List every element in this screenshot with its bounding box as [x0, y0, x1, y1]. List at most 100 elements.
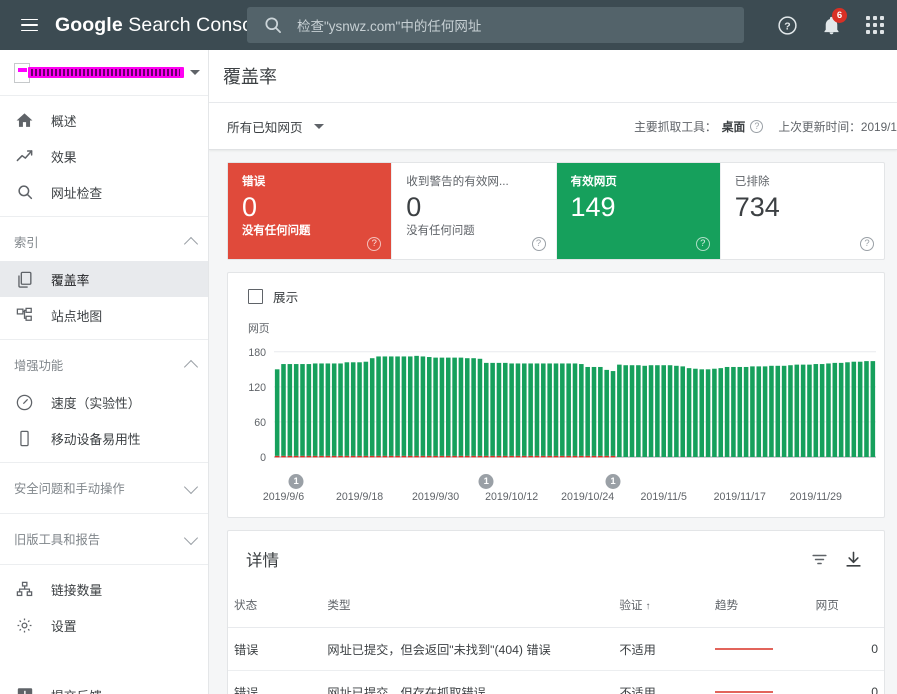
sidebar-label: 概述	[51, 113, 77, 129]
property-selector[interactable]	[0, 50, 208, 96]
scope-dropdown-label: 所有已知网页	[227, 120, 303, 135]
sidebar-section-title: 旧版工具和报告	[14, 533, 101, 547]
chart-x-tick-label: 2019/11/5	[640, 491, 687, 503]
chart-annotation-marker[interactable]: 1	[605, 474, 621, 489]
google-apps-button[interactable]	[853, 3, 897, 47]
chevron-down-icon	[183, 530, 199, 545]
sidebar-section-header-security[interactable]: 安全问题和手动操作	[0, 469, 208, 507]
trend-sparkline-icon	[714, 648, 773, 650]
help-button[interactable]: ?	[765, 3, 809, 47]
legend-checkbox-impressions[interactable]	[248, 289, 263, 304]
download-icon[interactable]	[836, 542, 870, 576]
speed-gauge-icon	[14, 392, 35, 413]
coverage-bar-chart[interactable]: 0 60 120 180	[228, 337, 886, 473]
details-title: 详情	[246, 552, 279, 570]
svg-text:0: 0	[260, 452, 266, 464]
chart-annotation-marker[interactable]: 1	[288, 474, 304, 489]
help-circle-icon[interactable]: ?	[860, 237, 874, 251]
column-header-type[interactable]: 类型	[321, 587, 614, 628]
help-circle-icon[interactable]: ?	[367, 237, 382, 251]
svg-text:?: ?	[784, 20, 790, 32]
sidebar-item-settings[interactable]: 设置	[0, 607, 208, 643]
top-bar-actions: ? 6	[765, 0, 897, 50]
cell-pages: 0	[809, 627, 884, 671]
sidebar-item-speed[interactable]: 速度（实验性）	[0, 384, 208, 420]
sidebar-item-links[interactable]: 链接数量	[0, 571, 208, 607]
column-header-status[interactable]: 状态	[228, 587, 322, 628]
apps-grid-icon	[865, 15, 885, 35]
tile-label: 错误	[242, 175, 266, 188]
status-tile-valid-with-warnings[interactable]: 收到警告的有效网... 0 没有任何问题 ?	[392, 163, 557, 259]
filter-icon[interactable]	[802, 542, 836, 576]
last-update-text: 上次更新时间：2019/1	[778, 119, 897, 134]
sidebar-tools-group: 链接数量 设置	[0, 565, 208, 649]
scroll-area[interactable]: 错误 0 没有任何问题 ? 收到警告的有效网... 0 没有任何问题 ? 有效网…	[209, 150, 897, 694]
sidebar-label: 效果	[51, 149, 77, 165]
cell-verification: 不适用	[613, 670, 709, 694]
sidebar-section-title: 安全问题和手动操作	[14, 482, 125, 496]
sidebar-item-feedback[interactable]: 提交反馈	[0, 677, 208, 694]
sidebar-item-performance[interactable]: 效果	[0, 138, 208, 174]
table-header-row: 状态 类型 验证 ↑ 趋势 网页	[228, 587, 884, 628]
cell-trend	[708, 670, 810, 694]
sidebar-item-sitemaps[interactable]: 站点地图	[0, 297, 208, 333]
chart-x-tick-label: 2019/11/17	[713, 491, 766, 503]
sidebar-section-index: 索引 覆盖率 站点地图	[0, 217, 208, 340]
help-circle-icon[interactable]: ?	[695, 237, 710, 251]
chart-x-tick-label: 2019/9/30	[412, 491, 460, 503]
mobile-phone-icon	[14, 428, 35, 449]
sidebar-section-header-index[interactable]: 索引	[0, 223, 208, 261]
gear-icon	[14, 615, 35, 636]
trending-up-icon	[14, 146, 35, 167]
main-content: 覆盖率 所有已知网页 主要抓取工具： 桌面 ? 上次更新时间：2019/1 错误 …	[209, 50, 897, 694]
chart-x-tick-label: 2019/11/29	[789, 491, 842, 503]
cell-pages: 0	[809, 670, 884, 694]
search-icon	[263, 15, 283, 35]
tile-subtext: 没有任何问题	[406, 225, 475, 237]
sidebar-section-header-legacy-tools[interactable]: 旧版工具和报告	[0, 520, 208, 558]
chevron-up-icon	[183, 236, 199, 251]
status-tile-valid[interactable]: 有效网页 149 ?	[556, 163, 721, 259]
top-app-bar: Google Search Console 检查"ysnwz.com"中的任何网…	[0, 0, 897, 50]
sidebar-navigation: 概述 效果 网址检查 索引 覆盖率 站点地图 增强功能 速度（实验性） 移动设备…	[0, 50, 209, 694]
chevron-up-icon	[183, 359, 199, 374]
chart-x-tick-label: 2019/10/12	[485, 491, 539, 503]
chevron-down-icon	[313, 123, 324, 129]
scope-dropdown[interactable]: 所有已知网页	[227, 117, 324, 136]
chart-legend: 展示	[228, 287, 884, 306]
column-header-pages[interactable]: 网页	[809, 587, 884, 628]
sidebar-item-url-inspection[interactable]: 网址检查	[0, 174, 208, 210]
sidebar-label: 站点地图	[51, 308, 103, 324]
notifications-button[interactable]: 6	[809, 3, 853, 47]
table-row[interactable]: 错误 网址已提交，但存在抓取错误 不适用 0	[228, 670, 884, 694]
help-circle-icon[interactable]: ?	[531, 237, 546, 251]
sidebar-item-mobile-usability[interactable]: 移动设备易用性	[0, 420, 208, 456]
tile-value: 734	[734, 192, 780, 222]
sidebar-label: 网址检查	[51, 185, 103, 201]
primary-crawler-prefix: 主要抓取工具：	[634, 119, 717, 134]
status-tile-error[interactable]: 错误 0 没有任何问题 ?	[228, 163, 393, 259]
sidebar-item-coverage[interactable]: 覆盖率	[0, 261, 208, 297]
filter-bar-meta: 主要抓取工具： 桌面 ? 上次更新时间：2019/1	[634, 118, 897, 135]
chevron-down-icon	[183, 479, 199, 494]
sidebar-section-title: 增强功能	[14, 359, 64, 373]
sidebar-section-header-enhancements[interactable]: 增强功能	[0, 346, 208, 384]
sidebar-item-overview[interactable]: 概述	[0, 102, 208, 138]
help-circle-icon[interactable]: ?	[750, 119, 764, 133]
column-header-trend[interactable]: 趋势	[708, 587, 810, 628]
details-header: 详情	[228, 531, 884, 587]
notification-count-badge: 6	[832, 8, 847, 23]
status-tile-excluded[interactable]: 已排除 734 ?	[721, 163, 884, 259]
table-row[interactable]: 错误 网址已提交，但会返回"未找到"(404) 错误 不适用 0	[228, 627, 884, 671]
hamburger-menu-icon[interactable]	[6, 0, 52, 50]
cell-type: 网址已提交，但存在抓取错误	[321, 670, 614, 694]
url-inspection-search-box[interactable]: 检查"ysnwz.com"中的任何网址	[247, 7, 744, 43]
svg-text:180: 180	[248, 347, 266, 359]
chart-y-axis-title: 网页	[248, 323, 270, 335]
sidebar-label: 速度（实验性）	[51, 395, 141, 411]
chart-x-tick-label: 2019/9/18	[335, 491, 384, 503]
sidebar-section-enhancements: 增强功能 速度（实验性） 移动设备易用性	[0, 340, 208, 463]
chart-annotation-marker[interactable]: 1	[478, 474, 494, 489]
chart-x-tick-label: 2019/9/6	[262, 491, 305, 503]
column-header-verify[interactable]: 验证 ↑	[613, 587, 709, 628]
